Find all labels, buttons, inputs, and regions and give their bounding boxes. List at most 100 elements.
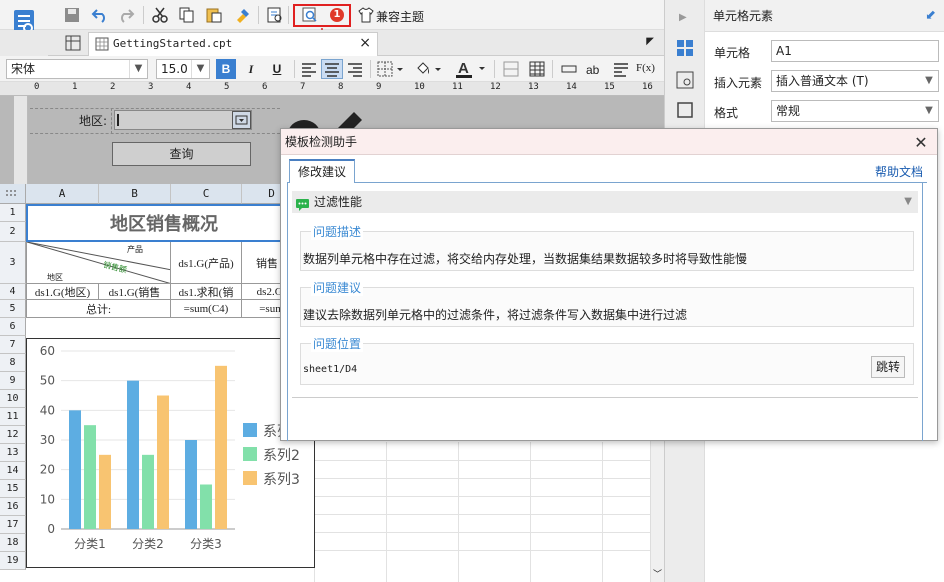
theme-shirt-icon[interactable] bbox=[356, 5, 376, 25]
border-icon[interactable] bbox=[376, 60, 404, 81]
header-region-label: 地区 bbox=[47, 273, 63, 282]
grid-menu-icon[interactable] bbox=[64, 34, 82, 52]
cell-c3[interactable]: ds1.G(产品) bbox=[171, 242, 242, 284]
bar-chart[interactable]: 0102030405060分类1分类2分类3系列1系列2系列3 bbox=[26, 338, 315, 568]
bold-button[interactable]: B bbox=[216, 59, 236, 79]
row-header[interactable]: 10 bbox=[0, 390, 26, 408]
cell-name-input[interactable]: A1 bbox=[771, 40, 939, 62]
table-icon[interactable] bbox=[528, 60, 546, 81]
row-header[interactable]: 17 bbox=[0, 516, 26, 534]
file-tab-strip: GettingStarted.cpt × ◤ bbox=[48, 30, 664, 56]
query-button[interactable]: 查询 bbox=[112, 142, 251, 166]
tab-list-icon[interactable]: ◤ bbox=[646, 36, 654, 47]
cell-c4[interactable]: ds1.求和(销 bbox=[171, 284, 242, 300]
font-size-select[interactable]: 15.0 ▼ bbox=[156, 59, 210, 79]
row-header[interactable]: 11 bbox=[0, 408, 26, 426]
paste-icon[interactable] bbox=[204, 5, 224, 25]
align-left-icon[interactable] bbox=[300, 60, 318, 81]
text-field-icon[interactable] bbox=[560, 60, 578, 81]
column-header-b[interactable]: B bbox=[99, 184, 171, 204]
fill-color-icon[interactable] bbox=[414, 60, 442, 81]
ruler-number: 11 bbox=[452, 82, 463, 92]
insert-element-label: 插入元素 bbox=[714, 76, 763, 90]
collapse-icon[interactable]: ⬋ bbox=[925, 8, 936, 23]
copy-icon[interactable] bbox=[177, 5, 197, 25]
collapse-section-icon[interactable]: ▼ bbox=[904, 191, 912, 213]
help-link[interactable]: 帮助文档 bbox=[875, 163, 923, 180]
merge-cell-icon[interactable] bbox=[502, 60, 520, 81]
format-brush-icon[interactable] bbox=[232, 5, 252, 25]
cell-label: 单元格 bbox=[714, 46, 751, 60]
section-title: 过滤性能 bbox=[314, 195, 363, 209]
save-icon[interactable] bbox=[62, 5, 82, 25]
chevron-down-icon: ▼ bbox=[191, 60, 209, 78]
select-all-corner[interactable] bbox=[0, 184, 26, 204]
column-header-c[interactable]: C bbox=[171, 184, 242, 204]
row-header[interactable]: 9 bbox=[0, 372, 26, 390]
font-family-select[interactable]: 宋体 ▼ bbox=[6, 59, 148, 79]
insert-element-select[interactable]: 插入普通文本 (T) ▼ bbox=[771, 70, 939, 92]
row-header[interactable]: 2 bbox=[0, 222, 26, 242]
ruler-number: 10 bbox=[414, 82, 425, 92]
wrap-text-icon[interactable] bbox=[612, 60, 630, 81]
ruler-number: 8 bbox=[338, 82, 344, 92]
bar bbox=[215, 365, 227, 529]
close-tab-icon[interactable]: × bbox=[359, 35, 371, 51]
row-header[interactable]: 4 bbox=[0, 284, 26, 300]
horizontal-ruler: 01234567891011121314151617 bbox=[0, 82, 691, 96]
row-header[interactable]: 15 bbox=[0, 480, 26, 498]
row-header[interactable]: 7 bbox=[0, 336, 26, 354]
preview-icon[interactable] bbox=[265, 5, 285, 25]
row-header[interactable]: 18 bbox=[0, 534, 26, 552]
legend-label: 系列2 bbox=[263, 448, 300, 464]
row-header[interactable]: 5 bbox=[0, 300, 26, 318]
formula-button[interactable]: F(x) bbox=[636, 62, 655, 74]
underline-button[interactable]: U bbox=[268, 59, 286, 79]
format-value: 常规 bbox=[776, 104, 801, 118]
redo-icon[interactable] bbox=[116, 5, 136, 25]
theme-label[interactable]: 兼容主题 bbox=[376, 8, 424, 25]
undo-icon[interactable] bbox=[90, 5, 110, 25]
row-header[interactable]: 19 bbox=[0, 552, 26, 570]
cell-b4[interactable]: ds1.G(销售 bbox=[99, 284, 171, 300]
row-header[interactable]: 13 bbox=[0, 444, 26, 462]
align-right-icon[interactable] bbox=[346, 60, 364, 81]
row-header[interactable]: 8 bbox=[0, 354, 26, 372]
row-header[interactable]: 14 bbox=[0, 462, 26, 480]
font-color-icon[interactable]: A bbox=[454, 58, 488, 83]
italic-button[interactable]: I bbox=[242, 59, 260, 79]
file-tab[interactable]: GettingStarted.cpt × bbox=[88, 32, 378, 56]
diagonal-header-cell[interactable]: 产品 销售额 地区 bbox=[26, 242, 171, 284]
scroll-down-icon[interactable]: ﹀ bbox=[653, 567, 662, 580]
tab-suggestions[interactable]: 修改建议 bbox=[289, 159, 356, 183]
svg-text:A: A bbox=[458, 60, 469, 77]
cell-a5-total[interactable]: 总计: bbox=[26, 300, 171, 318]
format-toolbar: 宋体 ▼ 15.0 ▼ B I U A ab F(x) bbox=[0, 56, 664, 82]
align-center-icon[interactable] bbox=[321, 59, 343, 79]
bar bbox=[157, 395, 169, 529]
font-size-value: 15.0 bbox=[161, 62, 188, 76]
cell-element-icon[interactable] bbox=[675, 38, 695, 61]
cell-a4[interactable]: ds1.G(地区) bbox=[26, 284, 99, 300]
dialog-tab-row: 修改建议 bbox=[287, 159, 927, 183]
row-header[interactable]: 16 bbox=[0, 498, 26, 516]
chevron-down-icon: ▼ bbox=[925, 75, 933, 86]
cut-icon[interactable] bbox=[150, 5, 170, 25]
cell-attribute-icon[interactable] bbox=[675, 70, 695, 93]
row-header[interactable]: 3 bbox=[0, 242, 26, 284]
row-header[interactable]: 6 bbox=[0, 318, 26, 336]
section-header[interactable]: 过滤性能 ▼ bbox=[292, 191, 918, 213]
ab-button[interactable]: ab bbox=[586, 63, 599, 77]
expand-icon[interactable]: ▶ bbox=[679, 12, 687, 23]
widget-settings-icon[interactable] bbox=[675, 100, 695, 123]
jump-button[interactable]: 跳转 bbox=[871, 356, 905, 378]
format-select[interactable]: 常规 ▼ bbox=[771, 100, 939, 122]
cell-c5[interactable]: =sum(C4) bbox=[171, 300, 242, 318]
column-header-a[interactable]: A bbox=[26, 184, 99, 204]
chevron-down-icon[interactable] bbox=[232, 111, 251, 129]
row-header[interactable]: 12 bbox=[0, 426, 26, 444]
header-product-label: 产品 bbox=[127, 245, 143, 254]
report-title-cell[interactable]: 地区销售概况 bbox=[26, 204, 302, 242]
row-header[interactable]: 1 bbox=[0, 204, 26, 222]
close-icon[interactable]: ✕ bbox=[911, 132, 931, 152]
